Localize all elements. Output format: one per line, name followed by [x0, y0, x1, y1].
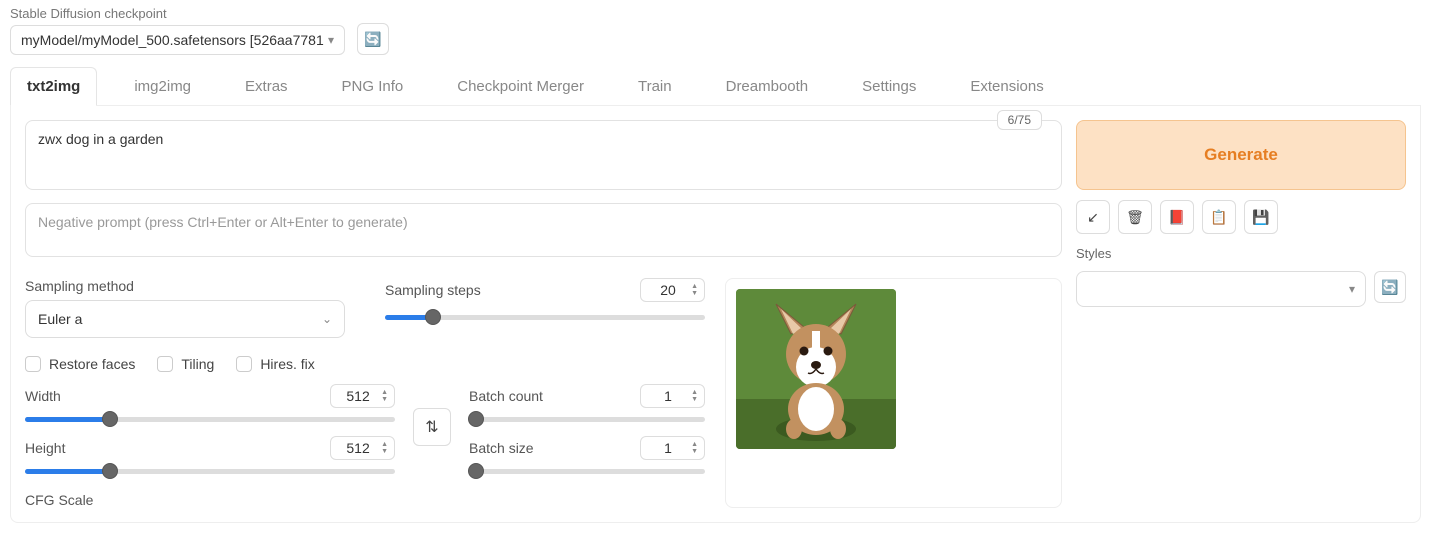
- refresh-checkpoint-button[interactable]: 🔄: [357, 23, 389, 55]
- negative-prompt-input[interactable]: [25, 203, 1062, 257]
- styles-label: Styles: [1076, 246, 1406, 261]
- sampling-method-value: Euler a: [38, 311, 82, 327]
- main-tabs: txt2img img2img Extras PNG Info Checkpoi…: [10, 67, 1421, 106]
- width-value: 512: [341, 388, 375, 404]
- height-value: 512: [341, 440, 375, 456]
- tab-txt2img[interactable]: txt2img: [10, 67, 97, 105]
- tab-img2img[interactable]: img2img: [117, 67, 208, 105]
- width-label: Width: [25, 388, 61, 404]
- height-slider[interactable]: [25, 462, 395, 480]
- tab-settings[interactable]: Settings: [845, 67, 933, 105]
- action-clear-button[interactable]: 🗑: [1118, 200, 1152, 234]
- tiling-checkbox[interactable]: Tiling: [157, 356, 214, 372]
- tab-png-info[interactable]: PNG Info: [325, 67, 421, 105]
- stepper-icon[interactable]: ▲▼: [691, 283, 698, 297]
- action-send-button[interactable]: ↙: [1076, 200, 1110, 234]
- sampling-steps-value: 20: [651, 282, 685, 298]
- prompt-input[interactable]: [25, 120, 1062, 190]
- arrow-down-left-icon: ↙: [1087, 209, 1099, 226]
- tiling-label: Tiling: [181, 356, 214, 372]
- sampling-method-label: Sampling method: [25, 278, 345, 294]
- stepper-icon[interactable]: ▲▼: [691, 389, 698, 403]
- stepper-icon[interactable]: ▲▼: [691, 441, 698, 455]
- chevron-down-icon: ⌄: [322, 312, 332, 326]
- swap-dimensions-button[interactable]: ⇅: [413, 408, 451, 446]
- sampling-method-select[interactable]: Euler a ⌄: [25, 300, 345, 338]
- stepper-icon[interactable]: ▲▼: [381, 389, 388, 403]
- token-counter: 6/75: [997, 110, 1042, 130]
- output-panel: [725, 278, 1062, 508]
- tab-dreambooth[interactable]: Dreambooth: [709, 67, 826, 105]
- hires-fix-checkbox[interactable]: Hires. fix: [236, 356, 314, 372]
- restore-faces-label: Restore faces: [49, 356, 135, 372]
- height-label: Height: [25, 440, 65, 456]
- tab-content: 6/75 Sampling method Euler a ⌄: [10, 106, 1421, 523]
- tab-checkpoint-merger[interactable]: Checkpoint Merger: [440, 67, 601, 105]
- checkpoint-select[interactable]: myModel/myModel_500.safetensors [526aa77…: [10, 25, 345, 55]
- height-input[interactable]: 512 ▲▼: [330, 436, 395, 460]
- action-book-button[interactable]: 📕: [1160, 200, 1194, 234]
- sampling-steps-input[interactable]: 20 ▲▼: [640, 278, 705, 302]
- generate-button[interactable]: Generate: [1076, 120, 1406, 190]
- checkpoint-value: myModel/myModel_500.safetensors [526aa77…: [21, 32, 328, 48]
- swap-icon: ⇅: [425, 417, 438, 437]
- batch-size-value: 1: [651, 440, 685, 456]
- stepper-icon[interactable]: ▲▼: [381, 441, 388, 455]
- hires-fix-label: Hires. fix: [260, 356, 314, 372]
- styles-select[interactable]: ▾: [1076, 271, 1366, 307]
- refresh-icon: 🔄: [1381, 279, 1398, 296]
- sampling-steps-label: Sampling steps: [385, 282, 481, 298]
- refresh-icon: 🔄: [364, 31, 381, 48]
- batch-count-slider[interactable]: [469, 410, 705, 428]
- sampling-steps-slider[interactable]: [385, 308, 705, 326]
- batch-size-label: Batch size: [469, 440, 534, 456]
- checkpoint-label: Stable Diffusion checkpoint: [10, 6, 345, 21]
- refresh-styles-button[interactable]: 🔄: [1374, 271, 1406, 303]
- save-icon: 💾: [1252, 209, 1269, 226]
- tab-train[interactable]: Train: [621, 67, 689, 105]
- batch-count-label: Batch count: [469, 388, 543, 404]
- width-slider[interactable]: [25, 410, 395, 428]
- generated-image[interactable]: [736, 289, 896, 449]
- action-save-button[interactable]: 💾: [1244, 200, 1278, 234]
- batch-size-slider[interactable]: [469, 462, 705, 480]
- clipboard-icon: 📋: [1210, 209, 1227, 226]
- batch-size-input[interactable]: 1 ▲▼: [640, 436, 705, 460]
- book-icon: 📕: [1168, 209, 1185, 226]
- action-clipboard-button[interactable]: 📋: [1202, 200, 1236, 234]
- restore-faces-checkbox[interactable]: Restore faces: [25, 356, 135, 372]
- width-input[interactable]: 512 ▲▼: [330, 384, 395, 408]
- tab-extensions[interactable]: Extensions: [953, 67, 1060, 105]
- tab-extras[interactable]: Extras: [228, 67, 305, 105]
- trash-icon: 🗑: [1126, 209, 1144, 226]
- cfg-scale-label: CFG Scale: [25, 492, 395, 508]
- caret-down-icon: ▾: [1349, 282, 1355, 296]
- batch-count-value: 1: [651, 388, 685, 404]
- chevron-down-icon: ▾: [328, 33, 334, 47]
- batch-count-input[interactable]: 1 ▲▼: [640, 384, 705, 408]
